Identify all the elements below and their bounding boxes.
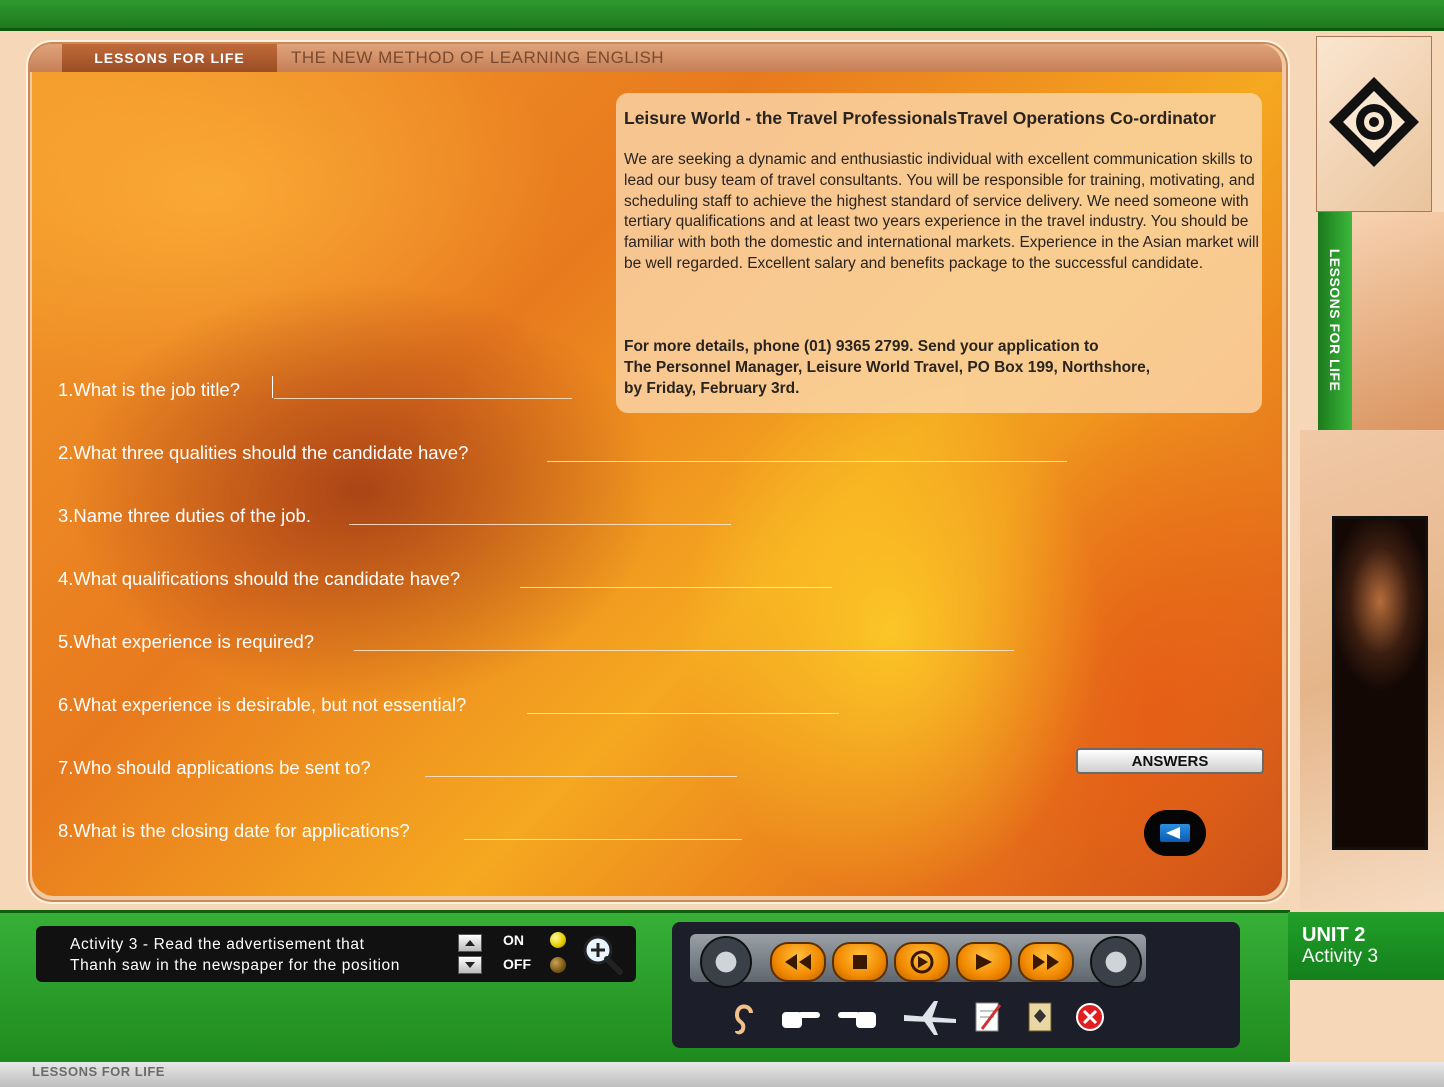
airplane-icon — [904, 1001, 956, 1035]
unit-title: UNIT 2 — [1302, 924, 1366, 946]
activity-line: Activity 3 - Read the advertisement that — [70, 936, 365, 953]
activity-instructions: Activity 3 - Read the advertisement that… — [70, 935, 450, 976]
question-4: 4.What qualifications should the candida… — [58, 568, 461, 589]
unit-activity: Activity 3 — [1302, 946, 1379, 967]
replay-button[interactable] — [894, 942, 950, 982]
close-icon — [1076, 1003, 1104, 1031]
answer-field-8[interactable] — [464, 839, 742, 840]
logo-panel — [1316, 36, 1432, 212]
answer-field-1[interactable] — [274, 398, 572, 399]
hand-left-icon — [838, 1012, 876, 1028]
zoom-in-icon[interactable] — [580, 932, 624, 976]
rewind-button[interactable] — [770, 942, 826, 982]
answer-field-4[interactable] — [520, 587, 832, 588]
diamond-eye-logo — [1329, 77, 1419, 167]
hand-right-button[interactable] — [778, 994, 822, 1040]
footer-label: LESSONS FOR LIFE — [32, 1064, 165, 1079]
side-photo — [1332, 516, 1428, 850]
back-button[interactable] — [1144, 810, 1206, 856]
footer-strip: LESSONS FOR LIFE — [0, 1062, 1444, 1087]
scroll-down-button[interactable] — [458, 956, 482, 974]
scroll-up-button[interactable] — [458, 934, 482, 952]
text-cursor — [272, 376, 273, 398]
on-label[interactable]: ON — [503, 932, 524, 948]
reel-right-icon — [1090, 936, 1142, 988]
stop-button[interactable] — [832, 942, 888, 982]
question-5: 5.What experience is required? — [58, 631, 315, 652]
side-decoration — [1352, 212, 1444, 432]
ear-button[interactable] — [722, 994, 766, 1040]
hand-right-icon — [782, 1012, 820, 1028]
answers-button[interactable]: ANSWERS — [1076, 748, 1264, 774]
scroll-icon — [1028, 1002, 1052, 1032]
answer-field-5[interactable] — [354, 650, 1014, 651]
fast-forward-icon — [1033, 954, 1059, 970]
answer-field-7[interactable] — [425, 776, 737, 777]
question-3: 3.Name three duties of the job. — [58, 505, 311, 526]
off-indicator-icon[interactable] — [550, 957, 566, 973]
contact-line: The Personnel Manager, Leisure World Tra… — [624, 358, 1151, 376]
notepad-button[interactable] — [966, 994, 1010, 1040]
answer-field-3[interactable] — [349, 524, 731, 525]
brand-tag: LESSONS FOR LIFE — [62, 44, 277, 72]
fast-forward-button[interactable] — [1018, 942, 1074, 982]
ear-icon — [734, 1004, 753, 1035]
advertisement-title: Leisure World - the Travel Professionals… — [624, 108, 1216, 128]
answer-field-2[interactable] — [547, 461, 1067, 462]
contact-line: by Friday, February 3rd. — [624, 379, 800, 397]
hand-left-button[interactable] — [836, 994, 880, 1040]
top-bar — [0, 0, 1444, 31]
play-icon — [976, 954, 992, 970]
question-6: 6.What experience is desirable, but not … — [58, 694, 467, 715]
play-button[interactable] — [956, 942, 1012, 982]
stop-icon — [853, 955, 867, 969]
question-8: 8.What is the closing date for applicati… — [58, 820, 410, 841]
question-7: 7.Who should applications be sent to? — [58, 757, 371, 778]
contact-line: For more details, phone (01) 9365 2799. … — [624, 338, 1099, 355]
back-arrow-glyph — [1166, 827, 1180, 839]
replay-icon — [910, 950, 934, 974]
question-2: 2.What three qualities should the candid… — [58, 442, 469, 463]
on-indicator-icon[interactable] — [550, 932, 566, 948]
answer-field-6[interactable] — [527, 713, 839, 714]
close-button[interactable] — [1068, 994, 1112, 1040]
off-label[interactable]: OFF — [503, 956, 531, 972]
advertisement-contact: For more details, phone (01) 9365 2799. … — [624, 337, 1260, 399]
notepad-icon — [975, 1002, 1002, 1032]
question-1: 1.What is the job title? — [58, 379, 241, 400]
scroll-button[interactable] — [1018, 994, 1062, 1040]
side-tab-label-wrap: LESSONS FOR LIFE — [1320, 240, 1350, 400]
rewind-icon — [785, 954, 811, 970]
airplane-button[interactable] — [900, 994, 960, 1040]
reel-left-icon — [700, 936, 752, 988]
side-tab-label: LESSONS FOR LIFE — [1327, 248, 1343, 392]
activity-line: Thanh saw in the newspaper for the posit… — [70, 956, 400, 974]
advertisement-body: We are seeking a dynamic and enthusiasti… — [624, 151, 1259, 272]
page-subtitle: THE NEW METHOD OF LEARNING ENGLISH — [291, 48, 665, 67]
